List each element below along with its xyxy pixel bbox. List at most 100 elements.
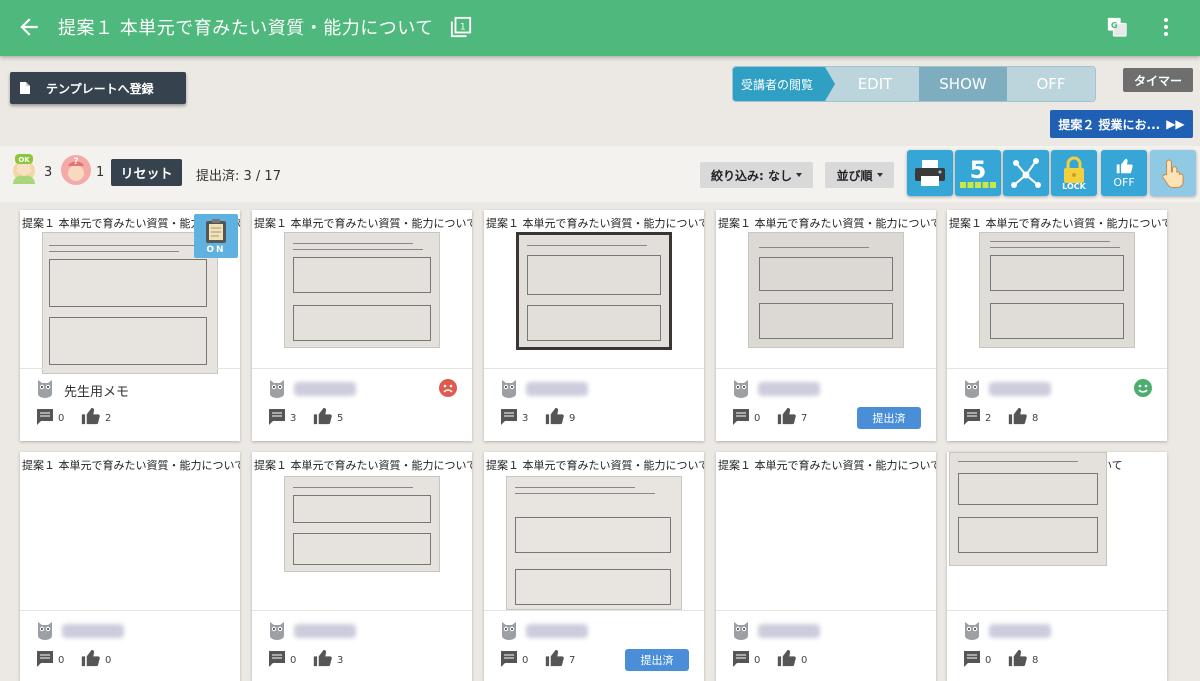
card[interactable]: 提案１ 本単元で育みたい資質・能力について 0 0: [20, 452, 240, 681]
worksheet-thumbnail[interactable]: [979, 232, 1135, 348]
thumbs-up-icon: [1116, 158, 1133, 173]
author-name-blurred: [294, 382, 356, 396]
worksheet-thumbnail[interactable]: [284, 232, 440, 348]
author-name: 先生用メモ: [64, 385, 130, 400]
app-header: 提案１ 本単元で育みたい資質・能力について 1 G: [0, 0, 1200, 56]
view-option-off[interactable]: OFF: [1007, 67, 1095, 101]
card[interactable]: 提案１ 本単元で育みたい資質・能力について 3 5: [252, 210, 472, 441]
reset-button[interactable]: リセット: [111, 159, 182, 186]
comment-icon[interactable]: [732, 408, 750, 426]
print-button[interactable]: [907, 150, 953, 196]
view-option-edit[interactable]: EDIT: [825, 67, 919, 101]
owl-avatar-icon: [502, 622, 516, 640]
card[interactable]: 提案１ 本単元で育みたい資質・能力について 0 7 提出済: [484, 452, 704, 681]
owl-avatar-icon: [38, 622, 52, 640]
timer-button[interactable]: タイマー: [1123, 68, 1193, 92]
more-menu-icon[interactable]: [1158, 16, 1174, 38]
card[interactable]: 提案１ 本単元で育みたい資質・能力について ON 先生用メモ 0 2: [20, 210, 240, 441]
viewer-access-label: 受講者の閲覧: [733, 67, 835, 101]
worksheet-thumbnail[interactable]: [506, 476, 682, 610]
caret-down-icon: [795, 173, 802, 177]
comment-icon[interactable]: [963, 408, 981, 426]
svg-text:1: 1: [460, 21, 466, 32]
comment-icon[interactable]: [268, 408, 286, 426]
like-toggle-label: OFF: [1113, 175, 1135, 189]
like-count: 7: [569, 655, 576, 666]
sort-label: 並び順: [836, 168, 873, 183]
comment-count: 0: [290, 655, 297, 666]
comment-icon[interactable]: [732, 650, 750, 668]
ok-avatar-icon[interactable]: OK: [10, 154, 38, 184]
question-count: 1: [96, 165, 105, 180]
worksheet-thumbnail[interactable]: [284, 476, 440, 572]
thumbs-up-icon[interactable]: [544, 407, 564, 425]
thumbs-up-icon[interactable]: [312, 407, 332, 425]
view-option-show[interactable]: SHOW: [919, 67, 1007, 101]
worksheet-thumbnail[interactable]: [516, 232, 672, 350]
author-name-blurred: [62, 624, 124, 638]
author-name-blurred: [526, 624, 588, 638]
card-title: 提案１ 本単元で育みたい資質・能力について: [718, 459, 936, 472]
card[interactable]: 提案１ 本単元で育みたい資質・能力について 0 3: [252, 452, 472, 681]
back-arrow-icon[interactable]: [16, 14, 42, 40]
next-proposal-label: 提案２ 授業にお...: [1058, 117, 1161, 132]
card[interactable]: 提案１ 本単元で育みたい資質・能力について 0 7 提出済: [716, 210, 936, 441]
translate-icon[interactable]: G: [1106, 16, 1128, 38]
thumbs-up-icon[interactable]: [776, 649, 796, 667]
comment-icon[interactable]: [36, 408, 54, 426]
owl-avatar-icon: [965, 380, 979, 398]
hand-pointer-button[interactable]: [1150, 150, 1196, 196]
status-bar: OK 3 ? 1 リセット 提出済: 3 / 17 絞り込み: なし 並び順 5: [0, 146, 1200, 202]
card-title: 提案１ 本単元で育みたい資質・能力について: [254, 459, 472, 472]
register-template-label: テンプレートへ登録: [46, 81, 154, 96]
sort-dropdown[interactable]: 並び順: [825, 162, 894, 188]
author-name-blurred: [758, 382, 820, 396]
comment-count: 3: [522, 413, 529, 424]
worksheet-thumbnail[interactable]: [748, 232, 904, 348]
thumbs-up-icon[interactable]: [80, 407, 100, 425]
filter-dropdown[interactable]: 絞り込み: なし: [700, 162, 813, 188]
comment-icon[interactable]: [268, 650, 286, 668]
next-proposal-button[interactable]: 提案２ 授業にお... ▶▶: [1050, 110, 1193, 138]
card[interactable]: 提案１ 本単元で育みたい資質・能力について 0 0: [716, 452, 936, 681]
question-avatar-icon[interactable]: ?: [60, 154, 92, 186]
comment-icon[interactable]: [500, 650, 518, 668]
register-template-button[interactable]: テンプレートへ登録: [10, 72, 186, 104]
thumbs-up-icon[interactable]: [1007, 407, 1027, 425]
thumbs-up-icon[interactable]: [80, 649, 100, 667]
like-count: 9: [569, 413, 576, 424]
comment-count: 0: [522, 655, 529, 666]
owl-avatar-icon: [965, 622, 979, 640]
card[interactable]: 提案１ 本単元で育みたい資質・能力について 3 9: [484, 210, 704, 441]
number-display-button[interactable]: 5: [955, 150, 1001, 196]
comment-count: 0: [58, 655, 65, 666]
worksheet-thumbnail[interactable]: [949, 452, 1107, 566]
card-title: 提案１ 本単元で育みたい資質・能力について: [22, 459, 240, 472]
thumbs-up-icon[interactable]: [776, 407, 796, 425]
network-icon: [1011, 158, 1041, 188]
worksheet-thumbnail[interactable]: [42, 232, 218, 374]
page-number-icon[interactable]: 1: [450, 16, 472, 38]
thumbs-up-icon[interactable]: [1007, 649, 1027, 667]
comment-icon[interactable]: [963, 650, 981, 668]
lock-button[interactable]: LOCK: [1051, 150, 1097, 196]
svg-text:?: ?: [73, 157, 78, 167]
card-title: 提案１ 本単元で育みたい資質・能力について: [254, 217, 472, 230]
thumbs-up-icon[interactable]: [312, 649, 332, 667]
comment-count: 0: [58, 413, 65, 424]
comment-icon[interactable]: [36, 650, 54, 668]
card[interactable]: 能力について 0 8: [947, 452, 1167, 681]
like-count: 3: [337, 655, 344, 666]
memo-toggle-button[interactable]: ON: [194, 214, 238, 258]
ok-count: 3: [44, 165, 53, 180]
like-count: 0: [105, 655, 112, 666]
like-toggle-button[interactable]: OFF: [1101, 150, 1147, 196]
comment-count: 0: [754, 655, 761, 666]
double-chevron-right-icon: ▶▶: [1166, 117, 1185, 131]
comment-icon[interactable]: [500, 408, 518, 426]
hand-pointer-icon: [1162, 159, 1184, 188]
card[interactable]: 提案１ 本単元で育みたい資質・能力について 2 8: [947, 210, 1167, 441]
thumbs-up-icon[interactable]: [544, 649, 564, 667]
comment-count: 2: [985, 413, 992, 424]
network-button[interactable]: [1003, 150, 1049, 196]
